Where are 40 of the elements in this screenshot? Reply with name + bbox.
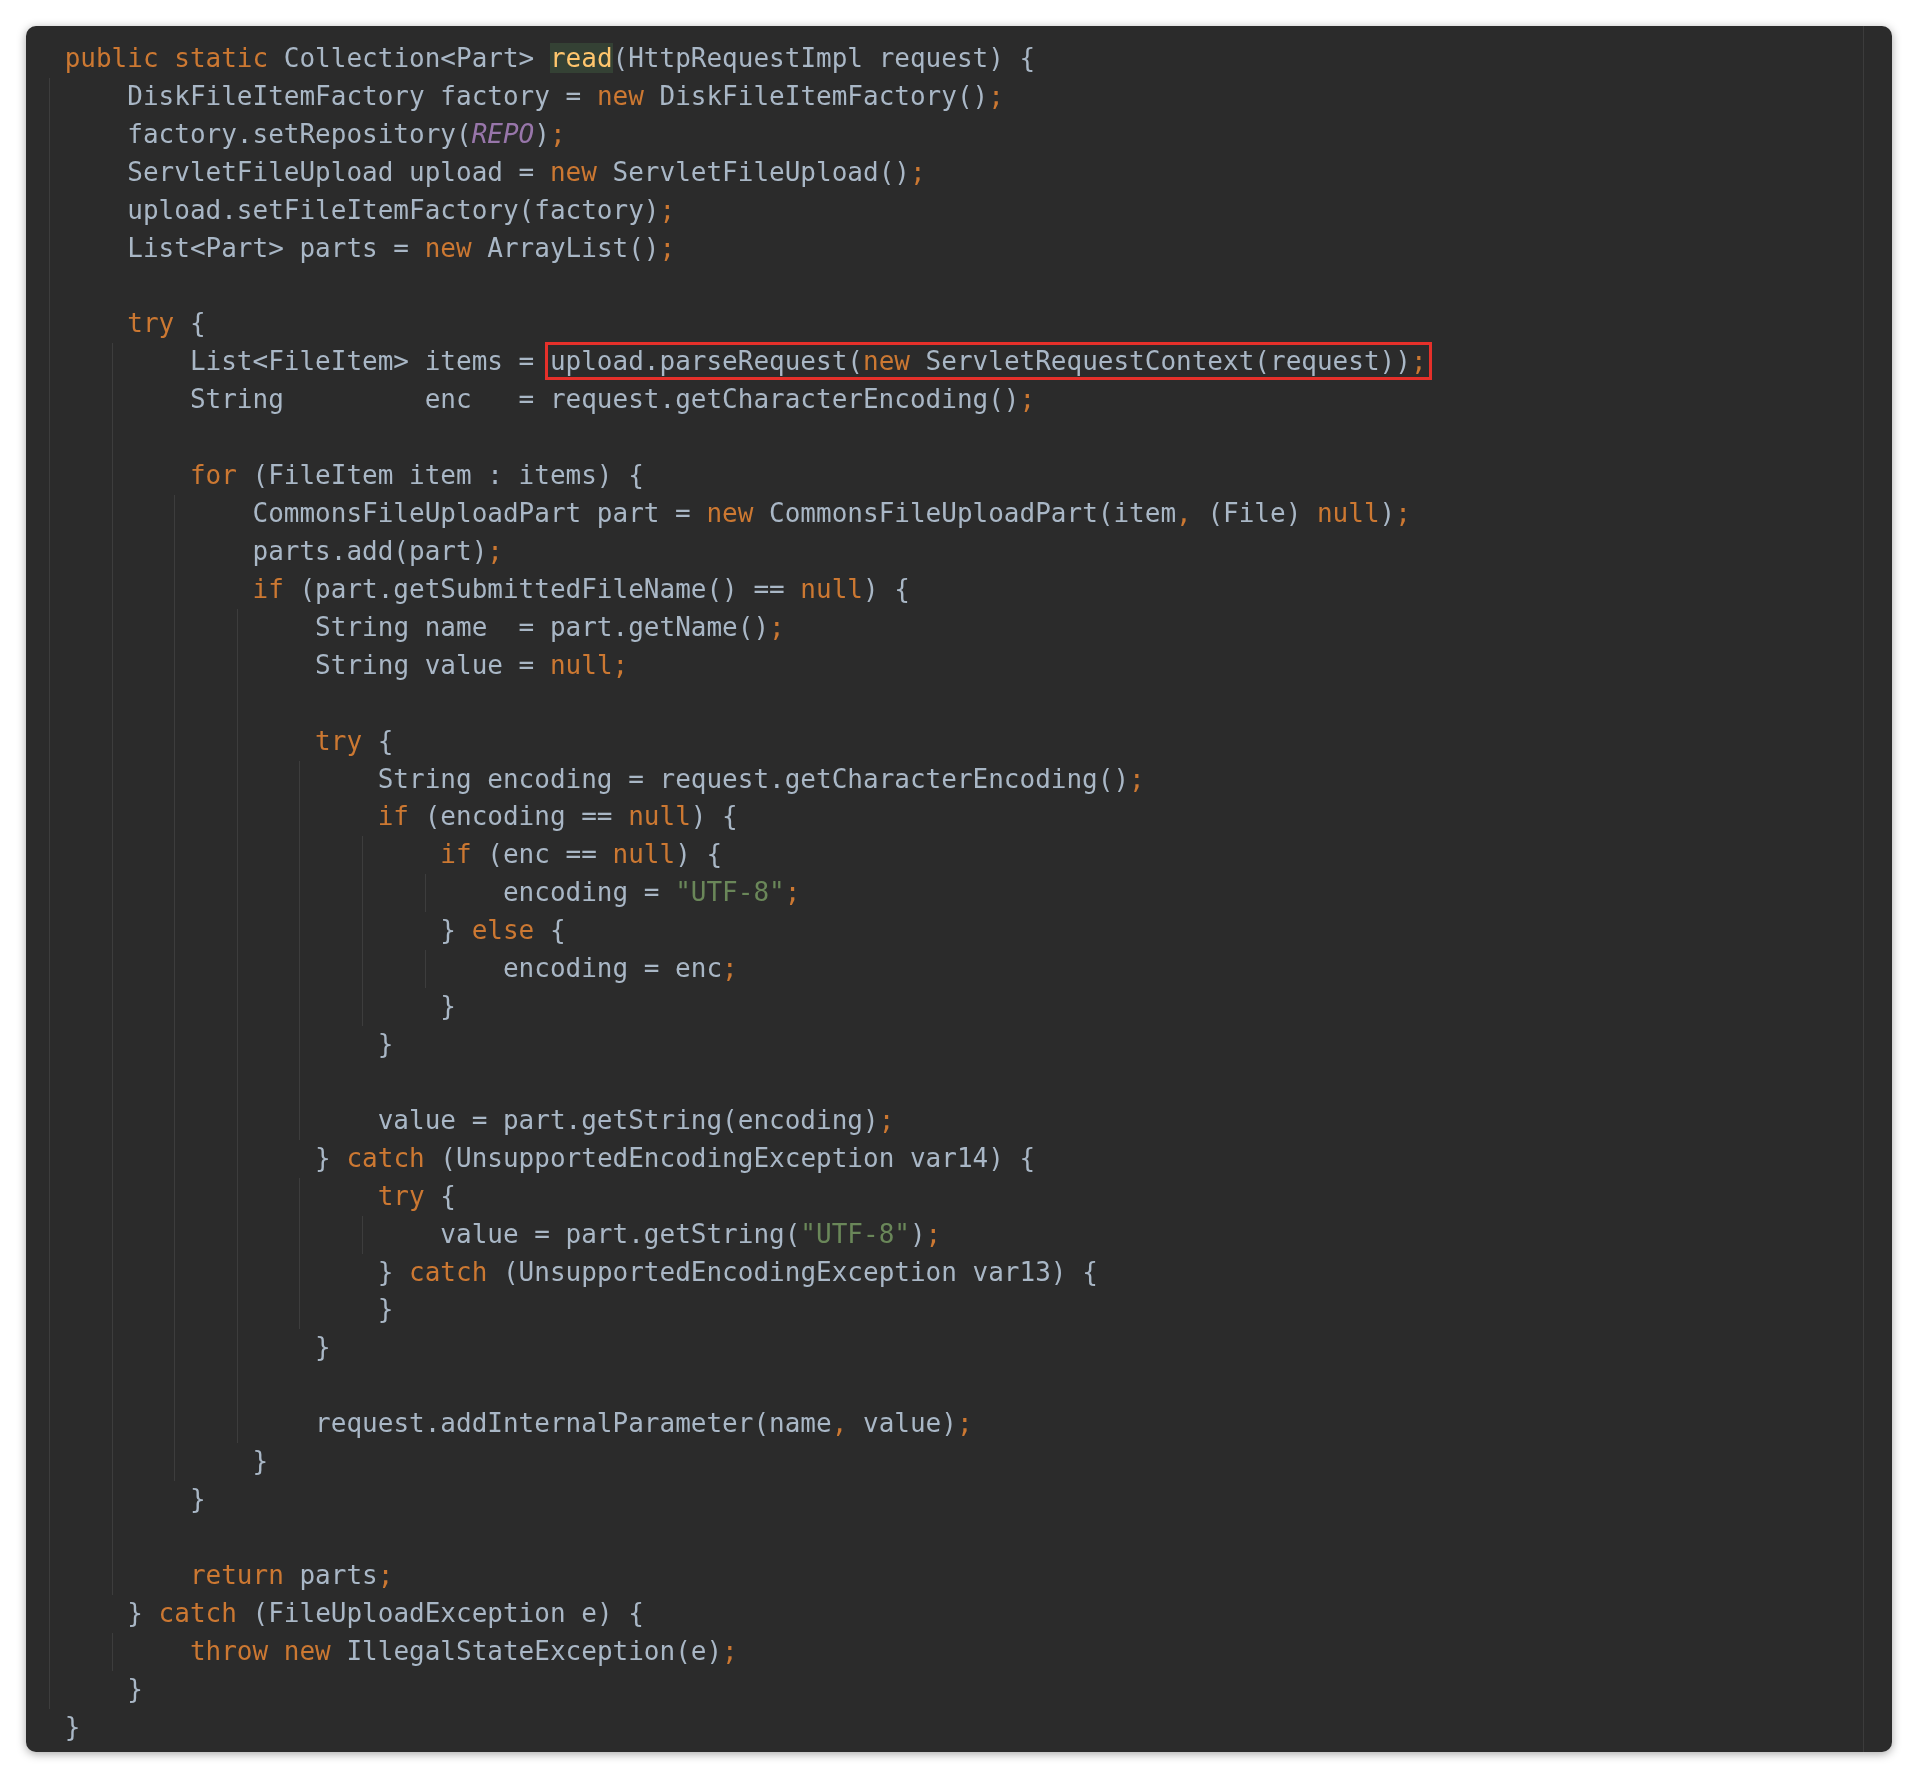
code-text: } xyxy=(377,1028,394,1059)
highlighted-code: upload.parseRequest(new ServletRequestContext(request)); xyxy=(544,342,1432,381)
code-text: throw new IllegalStateException(e); xyxy=(189,1635,738,1666)
code-text: String enc = request.getCharacterEncoding(); xyxy=(189,384,1036,415)
code-text: encoding = "UTF-8"; xyxy=(502,877,801,908)
code-text: request.addInternalParameter(name, value); xyxy=(315,1408,973,1439)
code-text: if (encoding == null) { xyxy=(377,801,738,832)
code-text: CommonsFileUploadPart part = new CommonsFileUploadPart(item, (File) null); xyxy=(252,498,1411,529)
code-text: } catch (UnsupportedEncodingException var14) { xyxy=(315,1142,1036,1173)
code-text: } xyxy=(377,1294,394,1325)
code-text: ServletFileUpload upload = new ServletFileUpload(); xyxy=(127,156,926,187)
code-text: try { xyxy=(127,308,206,339)
code-text: if (enc == null) { xyxy=(440,839,723,870)
code-text: } xyxy=(64,1711,81,1742)
code-text: public static Collection<Part> read(HttpRequestImpl request) { xyxy=(64,43,1036,73)
code-text: } xyxy=(315,1332,331,1363)
code-text: } catch (UnsupportedEncodingException var13) { xyxy=(377,1256,1098,1287)
code-text: factory.setRepository(REPO); xyxy=(127,118,566,149)
code-text: } else { xyxy=(440,915,566,946)
code-text: upload.setFileItemFactory(factory); xyxy=(127,194,676,225)
code-text: } xyxy=(440,991,456,1022)
code-text: String encoding = request.getCharacterEncoding(); xyxy=(377,763,1145,794)
code-text: } xyxy=(127,1673,143,1704)
code-text: return parts; xyxy=(189,1559,394,1590)
code-text: value = part.getString(encoding); xyxy=(377,1104,895,1135)
code-text: if (part.getSubmittedFileName() == null) { xyxy=(252,573,910,604)
code-text: try { xyxy=(315,725,394,756)
code-text: String name = part.getName(); xyxy=(315,611,785,642)
code-text: } catch (FileUploadException e) { xyxy=(127,1597,644,1628)
code-text: String value = null; xyxy=(315,649,629,680)
code-text: } xyxy=(189,1484,206,1515)
code-text: encoding = enc; xyxy=(502,953,738,984)
code-text: } xyxy=(252,1446,269,1477)
code-text: DiskFileItemFactory factory = new DiskFileItemFactory(); xyxy=(127,80,1004,111)
code-text: value = part.getString("UTF-8"); xyxy=(440,1218,942,1249)
code-text: parts.add(part); xyxy=(252,536,503,566)
code-text: try { xyxy=(377,1180,456,1211)
code-text: List<Part> parts = new ArrayList(); xyxy=(127,232,676,263)
code-text: for (FileItem item : items) { xyxy=(189,460,644,491)
code-text: List<FileItem> items = xyxy=(189,346,536,377)
